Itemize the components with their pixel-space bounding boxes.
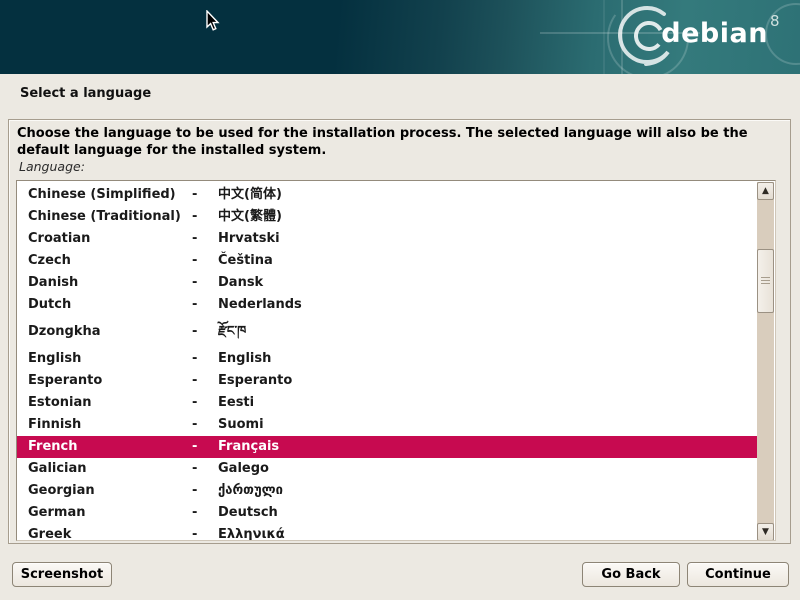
debian-logo-text: debian8 <box>661 18 778 49</box>
language-native-name: ქართული <box>218 480 283 502</box>
list-item[interactable]: Greek - Ελληνικά <box>17 524 758 541</box>
separator: - <box>192 250 197 272</box>
list-item[interactable]: Danish -Dansk <box>17 272 758 294</box>
language-name: French <box>28 436 78 458</box>
language-name: Dutch <box>28 294 71 316</box>
language-native-name: Ελληνικά <box>218 524 285 541</box>
list-item[interactable]: Galician -Galego <box>17 458 758 480</box>
language-native-name: Deutsch <box>218 502 278 524</box>
language-name: German <box>28 502 85 524</box>
language-name: Czech <box>28 250 71 272</box>
separator: - <box>192 316 197 348</box>
separator: - <box>192 414 197 436</box>
language-list: Chinese (Simplified)-中文(简体)Chinese (Trad… <box>17 181 758 541</box>
list-item[interactable]: Georgian -ქართული <box>17 480 758 502</box>
separator: - <box>192 392 197 414</box>
list-item[interactable]: French -Français <box>17 436 758 458</box>
language-name: Croatian <box>28 228 90 250</box>
go-back-button[interactable]: Go Back <box>582 562 680 587</box>
screenshot-button[interactable]: Screenshot <box>12 562 112 587</box>
language-native-name: Esperanto <box>218 370 292 392</box>
language-field-label: Language: <box>19 159 85 174</box>
language-native-name: Suomi <box>218 414 264 436</box>
list-item[interactable]: Esperanto-Esperanto <box>17 370 758 392</box>
separator: - <box>192 458 197 480</box>
language-native-name: Eesti <box>218 392 254 414</box>
separator: - <box>192 228 197 250</box>
language-name: Georgian <box>28 480 95 502</box>
separator: - <box>192 502 197 524</box>
language-name: Chinese (Simplified) <box>28 184 176 206</box>
content-frame: Choose the language to be used for the i… <box>8 119 791 544</box>
language-name: Greek <box>28 524 71 541</box>
language-name: Dzongkha <box>28 316 101 348</box>
separator: - <box>192 524 197 541</box>
language-name: Estonian <box>28 392 92 414</box>
separator: - <box>192 480 197 502</box>
separator: - <box>192 348 197 370</box>
separator: - <box>192 272 197 294</box>
scrollbar-grip <box>761 277 770 285</box>
language-native-name: Hrvatski <box>218 228 280 250</box>
separator: - <box>192 370 197 392</box>
list-item[interactable]: Dutch -Nederlands <box>17 294 758 316</box>
scrollbar[interactable]: ▲ ▼ <box>757 182 774 541</box>
scrollbar-thumb[interactable] <box>757 249 774 313</box>
separator: - <box>192 206 197 228</box>
banner: debian8 <box>0 0 800 74</box>
language-name: English <box>28 348 81 370</box>
continue-button[interactable]: Continue <box>687 562 789 587</box>
language-native-name: English <box>218 348 271 370</box>
list-item[interactable]: Chinese (Simplified)-中文(简体) <box>17 184 758 206</box>
language-name: Esperanto <box>28 370 102 392</box>
language-native-name: Français <box>218 436 279 458</box>
list-item[interactable]: German -Deutsch <box>17 502 758 524</box>
installer-window: debian8 Select a language Choose the lan… <box>0 0 800 600</box>
separator: - <box>192 294 197 316</box>
language-native-name: Dansk <box>218 272 263 294</box>
list-item[interactable]: Czech -Čeština <box>17 250 758 272</box>
page-title: Select a language <box>20 86 151 101</box>
debian-version: 8 <box>770 12 780 30</box>
list-item[interactable]: English-English <box>17 348 758 370</box>
language-native-name: Galego <box>218 458 269 480</box>
list-item[interactable]: Croatian -Hrvatski <box>17 228 758 250</box>
list-item[interactable]: Finnish -Suomi <box>17 414 758 436</box>
mouse-cursor <box>206 10 220 32</box>
list-item[interactable]: Dzongkha -རྫོང་ཁ <box>17 316 758 348</box>
list-item[interactable]: Estonian -Eesti <box>17 392 758 414</box>
language-name: Danish <box>28 272 78 294</box>
language-listbox[interactable]: Chinese (Simplified)-中文(简体)Chinese (Trad… <box>16 180 776 541</box>
language-name: Finnish <box>28 414 81 436</box>
language-native-name: 中文(繁體) <box>218 206 282 228</box>
language-native-name: རྫོང་ཁ <box>218 316 246 348</box>
separator: - <box>192 184 197 206</box>
scroll-up-button[interactable]: ▲ <box>757 182 774 200</box>
separator: - <box>192 436 197 458</box>
language-native-name: Čeština <box>218 250 273 272</box>
scroll-down-button[interactable]: ▼ <box>757 523 774 541</box>
language-name: Chinese (Traditional) <box>28 206 181 228</box>
language-name: Galician <box>28 458 87 480</box>
language-native-name: Nederlands <box>218 294 302 316</box>
language-native-name: 中文(简体) <box>218 184 282 206</box>
list-item[interactable]: Chinese (Traditional)-中文(繁體) <box>17 206 758 228</box>
description-text: Choose the language to be used for the i… <box>17 125 779 159</box>
